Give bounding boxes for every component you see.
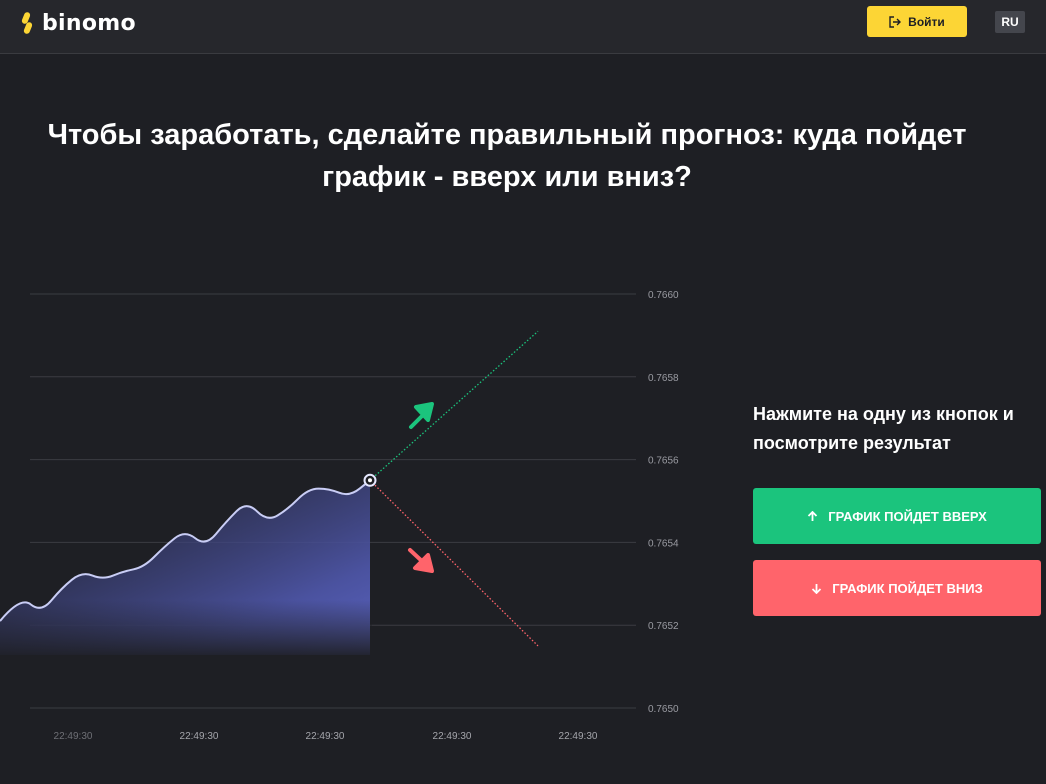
x-tick-label: 22:49:30 xyxy=(54,731,93,742)
x-tick-label: 22:49:30 xyxy=(180,731,219,742)
predict-up-label: ГРАФИК ПОЙДЕТ ВВЕРХ xyxy=(828,508,987,524)
page-headline: Чтобы заработать, сделайте правильный пр… xyxy=(47,119,967,193)
arrow-up-icon xyxy=(808,510,818,521)
area-fade xyxy=(0,600,372,660)
price-chart: 0.7660 0.7658 0.7656 0.7654 0.7652 0.7650 22:4… xyxy=(0,270,700,770)
y-tick-label: 0.7654 xyxy=(648,538,679,549)
up-arrow-icon xyxy=(409,402,434,429)
y-tick-label: 0.7650 xyxy=(648,704,679,715)
y-tick-label: 0.7658 xyxy=(648,373,679,384)
x-tick-label: 22:49:30 xyxy=(559,731,598,742)
logo-text: binomo xyxy=(42,10,136,36)
prediction-panel: Нажмите на одну из кнопок и посмотрите р… xyxy=(753,400,1043,616)
top-bar: binomo Войти RU xyxy=(0,0,1046,54)
instruction-text: Нажмите на одну из кнопок и посмотрите р… xyxy=(753,404,1014,453)
y-tick-label: 0.7656 xyxy=(648,456,679,467)
x-tick-label: 22:49:30 xyxy=(306,731,345,742)
login-button[interactable]: Войти xyxy=(867,6,967,37)
login-label: Войти xyxy=(908,14,945,29)
y-tick-label: 0.7652 xyxy=(648,621,679,632)
predict-down-button[interactable]: ГРАФИК ПОЙДЕТ ВНИЗ xyxy=(753,560,1041,616)
language-selector[interactable]: RU xyxy=(995,11,1025,33)
prediction-down-line xyxy=(369,479,539,647)
current-point-dot xyxy=(368,478,372,483)
predict-down-label: ГРАФИК ПОЙДЕТ ВНИЗ xyxy=(832,580,983,596)
prediction-up-line xyxy=(369,330,539,481)
x-tick-label: 22:49:30 xyxy=(433,731,472,742)
logo-bolt-icon xyxy=(21,12,33,34)
down-arrow-icon xyxy=(408,548,434,573)
binomo-logo[interactable]: binomo xyxy=(18,10,136,36)
price-chart-svg: 0.7660 0.7658 0.7656 0.7654 0.7652 0.7650 22:4… xyxy=(0,290,679,742)
predict-up-button[interactable]: ГРАФИК ПОЙДЕТ ВВЕРХ xyxy=(753,488,1041,544)
y-tick-label: 0.7660 xyxy=(648,290,679,301)
login-icon xyxy=(889,15,902,28)
arrow-down-icon xyxy=(812,583,822,594)
